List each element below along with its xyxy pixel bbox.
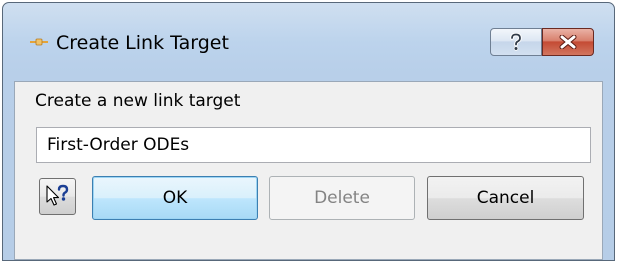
help-button[interactable] <box>490 28 542 56</box>
link-target-input[interactable] <box>36 127 591 163</box>
context-help-button[interactable] <box>39 178 76 215</box>
delete-button: Delete <box>269 176 415 220</box>
prompt-label: Create a new link target <box>35 91 241 111</box>
window-title: Create Link Target <box>56 32 229 54</box>
close-button[interactable] <box>542 28 594 56</box>
title-bar[interactable]: Create Link Target <box>3 3 614 83</box>
question-icon <box>510 33 522 51</box>
cancel-button[interactable]: Cancel <box>427 176 584 220</box>
link-anchor-icon <box>30 38 48 46</box>
context-help-icon <box>46 184 69 206</box>
close-x-icon <box>559 35 577 49</box>
ok-button[interactable]: OK <box>92 176 258 220</box>
